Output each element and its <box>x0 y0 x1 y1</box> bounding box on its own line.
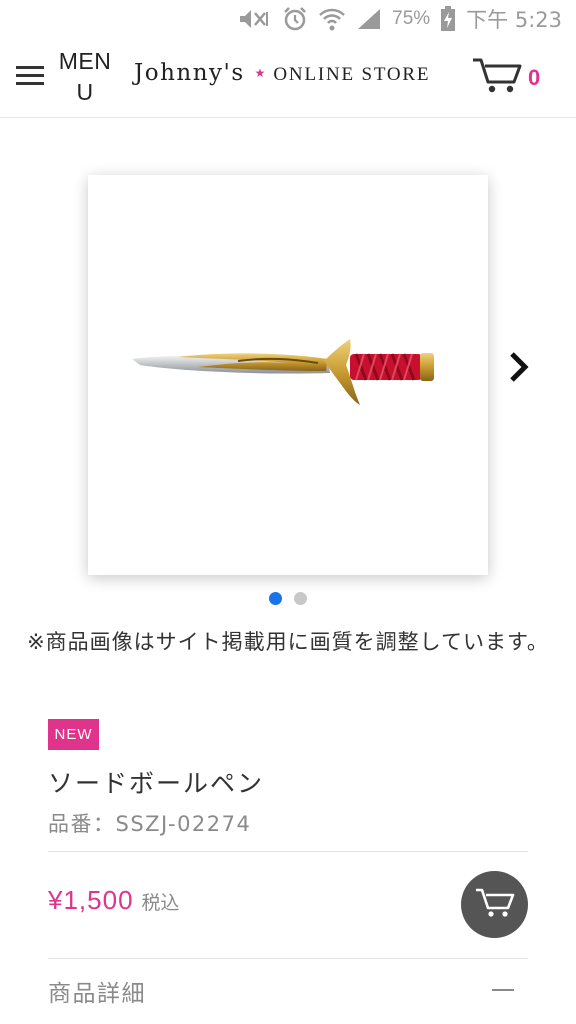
tax-label: 税込 <box>141 892 180 914</box>
battery-charging-icon <box>440 6 456 32</box>
hamburger-menu-icon[interactable] <box>16 66 44 86</box>
sword-pen-illustration <box>132 339 434 405</box>
cart-button[interactable]: 0 <box>472 58 540 98</box>
logo-star-icon: ★ <box>254 66 266 80</box>
divider <box>48 958 528 959</box>
collapse-minus-icon <box>492 989 514 991</box>
status-time: 下午 5:23 <box>466 8 562 32</box>
product-image[interactable] <box>88 175 488 575</box>
menu-label[interactable]: MENU <box>56 46 114 108</box>
slide-dot-2[interactable] <box>294 592 307 605</box>
slide-dot-1[interactable] <box>269 592 282 605</box>
slide-indicators <box>0 592 576 605</box>
alarm-icon <box>282 6 308 32</box>
cart-count: 0 <box>528 65 541 90</box>
price-row: ¥1,500 税込 <box>48 885 180 916</box>
signal-icon <box>356 7 382 31</box>
next-slide-arrow-icon[interactable] <box>506 350 532 384</box>
site-header: MENU Johnny's ★ ONLINE STORE 0 <box>0 38 576 118</box>
mute-icon <box>238 7 272 31</box>
logo-sub-text: ONLINE STORE <box>273 64 431 85</box>
cart-icon <box>472 57 522 99</box>
store-logo[interactable]: Johnny's ★ ONLINE STORE <box>134 60 430 96</box>
details-label: 商品詳細 <box>48 981 146 1007</box>
product-code: 品番：SSZJ-02274 <box>48 812 252 836</box>
add-to-cart-button[interactable] <box>461 871 528 938</box>
status-bar: 75% 下午 5:23 <box>0 0 576 38</box>
status-icons: 75% 下午 5:23 <box>238 4 562 34</box>
wifi-icon <box>318 6 346 32</box>
image-notice: ※商品画像はサイト掲載用に画質を調整しています。 <box>27 630 549 654</box>
new-badge: NEW <box>48 719 99 750</box>
product-price: ¥1,500 <box>48 885 134 915</box>
product-name: ソードボールペン <box>48 769 265 798</box>
battery-percent: 75% <box>392 8 431 29</box>
cart-icon <box>475 887 515 923</box>
product-details-toggle[interactable]: 商品詳細 <box>48 970 528 1014</box>
divider <box>48 851 528 852</box>
logo-main-text: Johnny's <box>134 60 245 86</box>
